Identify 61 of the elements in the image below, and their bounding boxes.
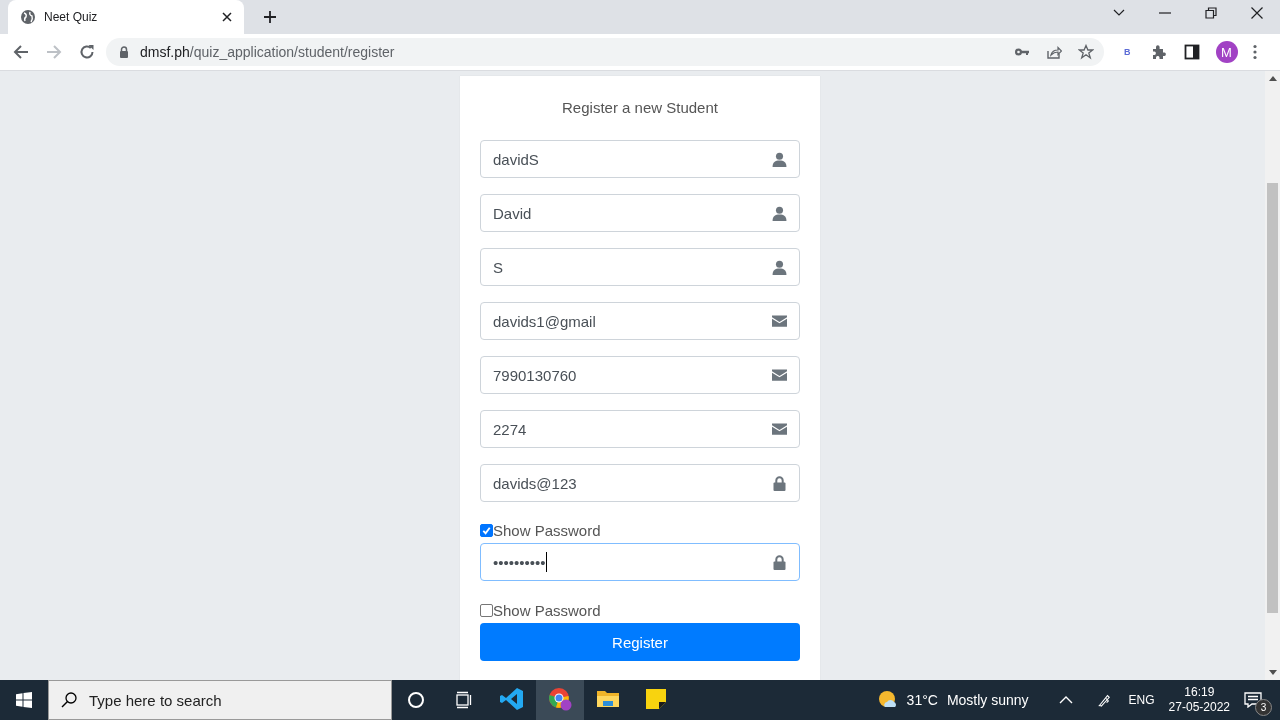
checkbox-label: Show Password	[493, 601, 601, 619]
windows-start-icon[interactable]	[16, 692, 32, 708]
code-editor-icon[interactable]	[500, 687, 524, 711]
notification-icon[interactable]	[1244, 692, 1262, 708]
clock-time[interactable]: 16:19	[1184, 685, 1215, 700]
tab-title: Neet Quiz	[44, 10, 99, 24]
input-field[interactable]: S	[480, 248, 800, 286]
person-icon	[772, 205, 787, 221]
sticky-note-icon[interactable]	[644, 687, 668, 711]
scrollbar[interactable]	[1265, 71, 1280, 680]
menu-icon[interactable]	[1252, 44, 1257, 60]
input-field[interactable]: 7990130760	[480, 356, 800, 394]
envelope-icon	[772, 315, 787, 327]
search-icon	[61, 692, 77, 708]
lock-icon	[119, 46, 129, 58]
input-field[interactable]: David	[480, 194, 800, 232]
browser-tab[interactable]: Neet Quiz	[8, 0, 244, 34]
envelope-icon	[772, 369, 787, 381]
close-icon[interactable]	[1251, 7, 1263, 19]
weather-icon[interactable]	[877, 690, 898, 710]
reload-icon[interactable]	[79, 44, 95, 60]
temperature-text[interactable]: 31°C	[906, 692, 938, 708]
scroll-down-icon[interactable]	[1268, 670, 1277, 675]
weather-text[interactable]: Mostly sunny	[946, 692, 1029, 708]
task-view-icon[interactable]	[455, 691, 473, 709]
clock-date[interactable]: 27-05-2022	[1168, 700, 1230, 715]
restore-icon[interactable]	[1205, 7, 1217, 19]
input-field[interactable]: 2274	[480, 410, 800, 448]
checkbox-label: Show Password	[493, 521, 601, 539]
register-button[interactable]: Register	[480, 623, 800, 661]
person-icon	[772, 259, 787, 275]
close-icon[interactable]	[222, 12, 232, 22]
extension-icon[interactable]: B	[1124, 47, 1131, 57]
input-field[interactable]: davidS	[480, 140, 800, 178]
checkbox[interactable]	[480, 523, 493, 537]
circle-icon[interactable]	[407, 691, 425, 709]
language-indicator[interactable]: ENG	[1128, 693, 1155, 707]
envelope-icon	[772, 423, 787, 435]
input-field[interactable]: davids@123	[480, 464, 800, 502]
notification-badge: 3	[1255, 699, 1272, 716]
checkbox[interactable]	[480, 603, 493, 617]
profile-avatar[interactable]: M	[1215, 41, 1238, 63]
star-icon[interactable]	[1078, 44, 1094, 60]
input-field[interactable]: ••••••••••	[480, 543, 800, 581]
share-icon[interactable]	[1046, 44, 1062, 60]
address-bar[interactable]: dmsf.ph/quiz_application/student/register	[106, 38, 1104, 66]
side-panel-icon[interactable]	[1183, 44, 1200, 60]
globe-icon	[20, 9, 36, 25]
url-text: dmsf.ph/quiz_application/student/register	[140, 44, 395, 60]
puzzle-icon[interactable]	[1150, 44, 1167, 60]
person-icon	[772, 151, 787, 167]
taskbar-search-field[interactable]: Type here to search	[48, 680, 392, 720]
form-title: Register a new Student	[561, 98, 719, 118]
new-tab-icon[interactable]	[264, 11, 276, 23]
pen-icon[interactable]	[1096, 693, 1111, 707]
input-field[interactable]: davids1@gmail	[480, 302, 800, 340]
lock-icon	[772, 475, 787, 491]
back-arrow-icon[interactable]	[13, 44, 29, 60]
lock-icon	[772, 554, 787, 570]
scroll-up-icon[interactable]	[1268, 76, 1277, 81]
browser-icon[interactable]	[548, 687, 572, 711]
